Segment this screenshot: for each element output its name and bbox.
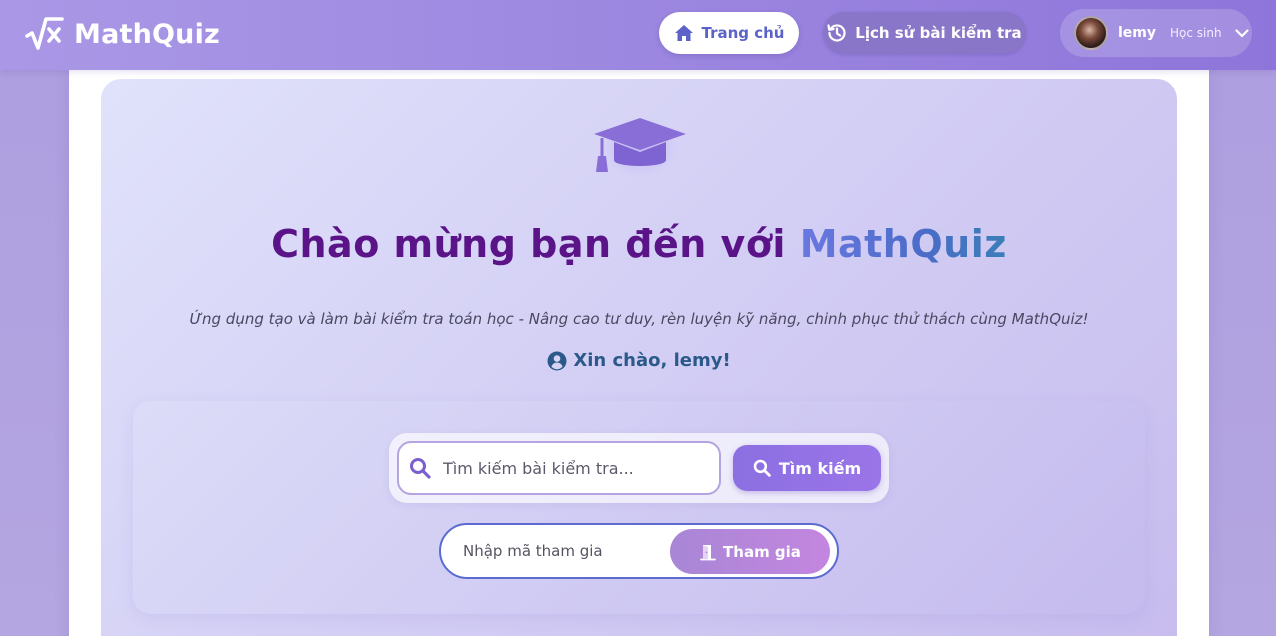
search-field[interactable] — [397, 441, 721, 495]
history-clock-icon — [827, 24, 846, 42]
nav-history-label: Lịch sử bài kiểm tra — [855, 24, 1022, 42]
search-icon — [410, 458, 431, 479]
join-button-label: Tham gia — [723, 542, 801, 561]
app-logo-text: MathQuiz — [74, 18, 220, 50]
page-subtitle: Ứng dụng tạo và làm bài kiểm tra toán họ… — [189, 310, 1089, 328]
join-button[interactable]: Tham gia — [670, 529, 830, 574]
user-circle-icon — [547, 351, 567, 370]
nav-home-label: Trang chủ — [701, 24, 785, 42]
door-open-icon — [700, 544, 716, 560]
title-prefix: Chào mừng bạn đến với — [271, 222, 800, 266]
search-button-label: Tìm kiếm — [778, 458, 862, 478]
top-navbar: MathQuiz Trang chủ Lịch sử bài kiểm tra … — [0, 0, 1276, 70]
house-icon — [674, 25, 693, 41]
user-menu[interactable]: lemy Học sinh — [1060, 9, 1252, 57]
graduation-cap-icon — [594, 118, 686, 172]
hero-icon-wrap — [590, 108, 690, 188]
page-title: Chào mừng bạn đến với MathQuiz — [101, 222, 1177, 266]
search-input[interactable] — [443, 458, 693, 478]
user-role: Học sinh — [1170, 26, 1222, 40]
avatar — [1074, 16, 1108, 50]
nav-home-button[interactable]: Trang chủ — [659, 12, 799, 54]
user-name: lemy — [1118, 25, 1157, 41]
join-code-input[interactable] — [463, 535, 663, 567]
chevron-down-icon — [1234, 29, 1249, 38]
nav-history-button[interactable]: Lịch sử bài kiểm tra — [823, 12, 1026, 54]
greeting: Xin chào, lemy! — [101, 350, 1177, 371]
search-button[interactable]: Tìm kiếm — [733, 445, 881, 491]
square-root-x-icon — [25, 17, 64, 50]
title-brand: MathQuiz — [799, 222, 1007, 266]
search-button-icon — [753, 459, 771, 477]
greeting-text: Xin chào, lemy! — [573, 350, 731, 371]
app-logo[interactable]: MathQuiz — [24, 14, 220, 54]
